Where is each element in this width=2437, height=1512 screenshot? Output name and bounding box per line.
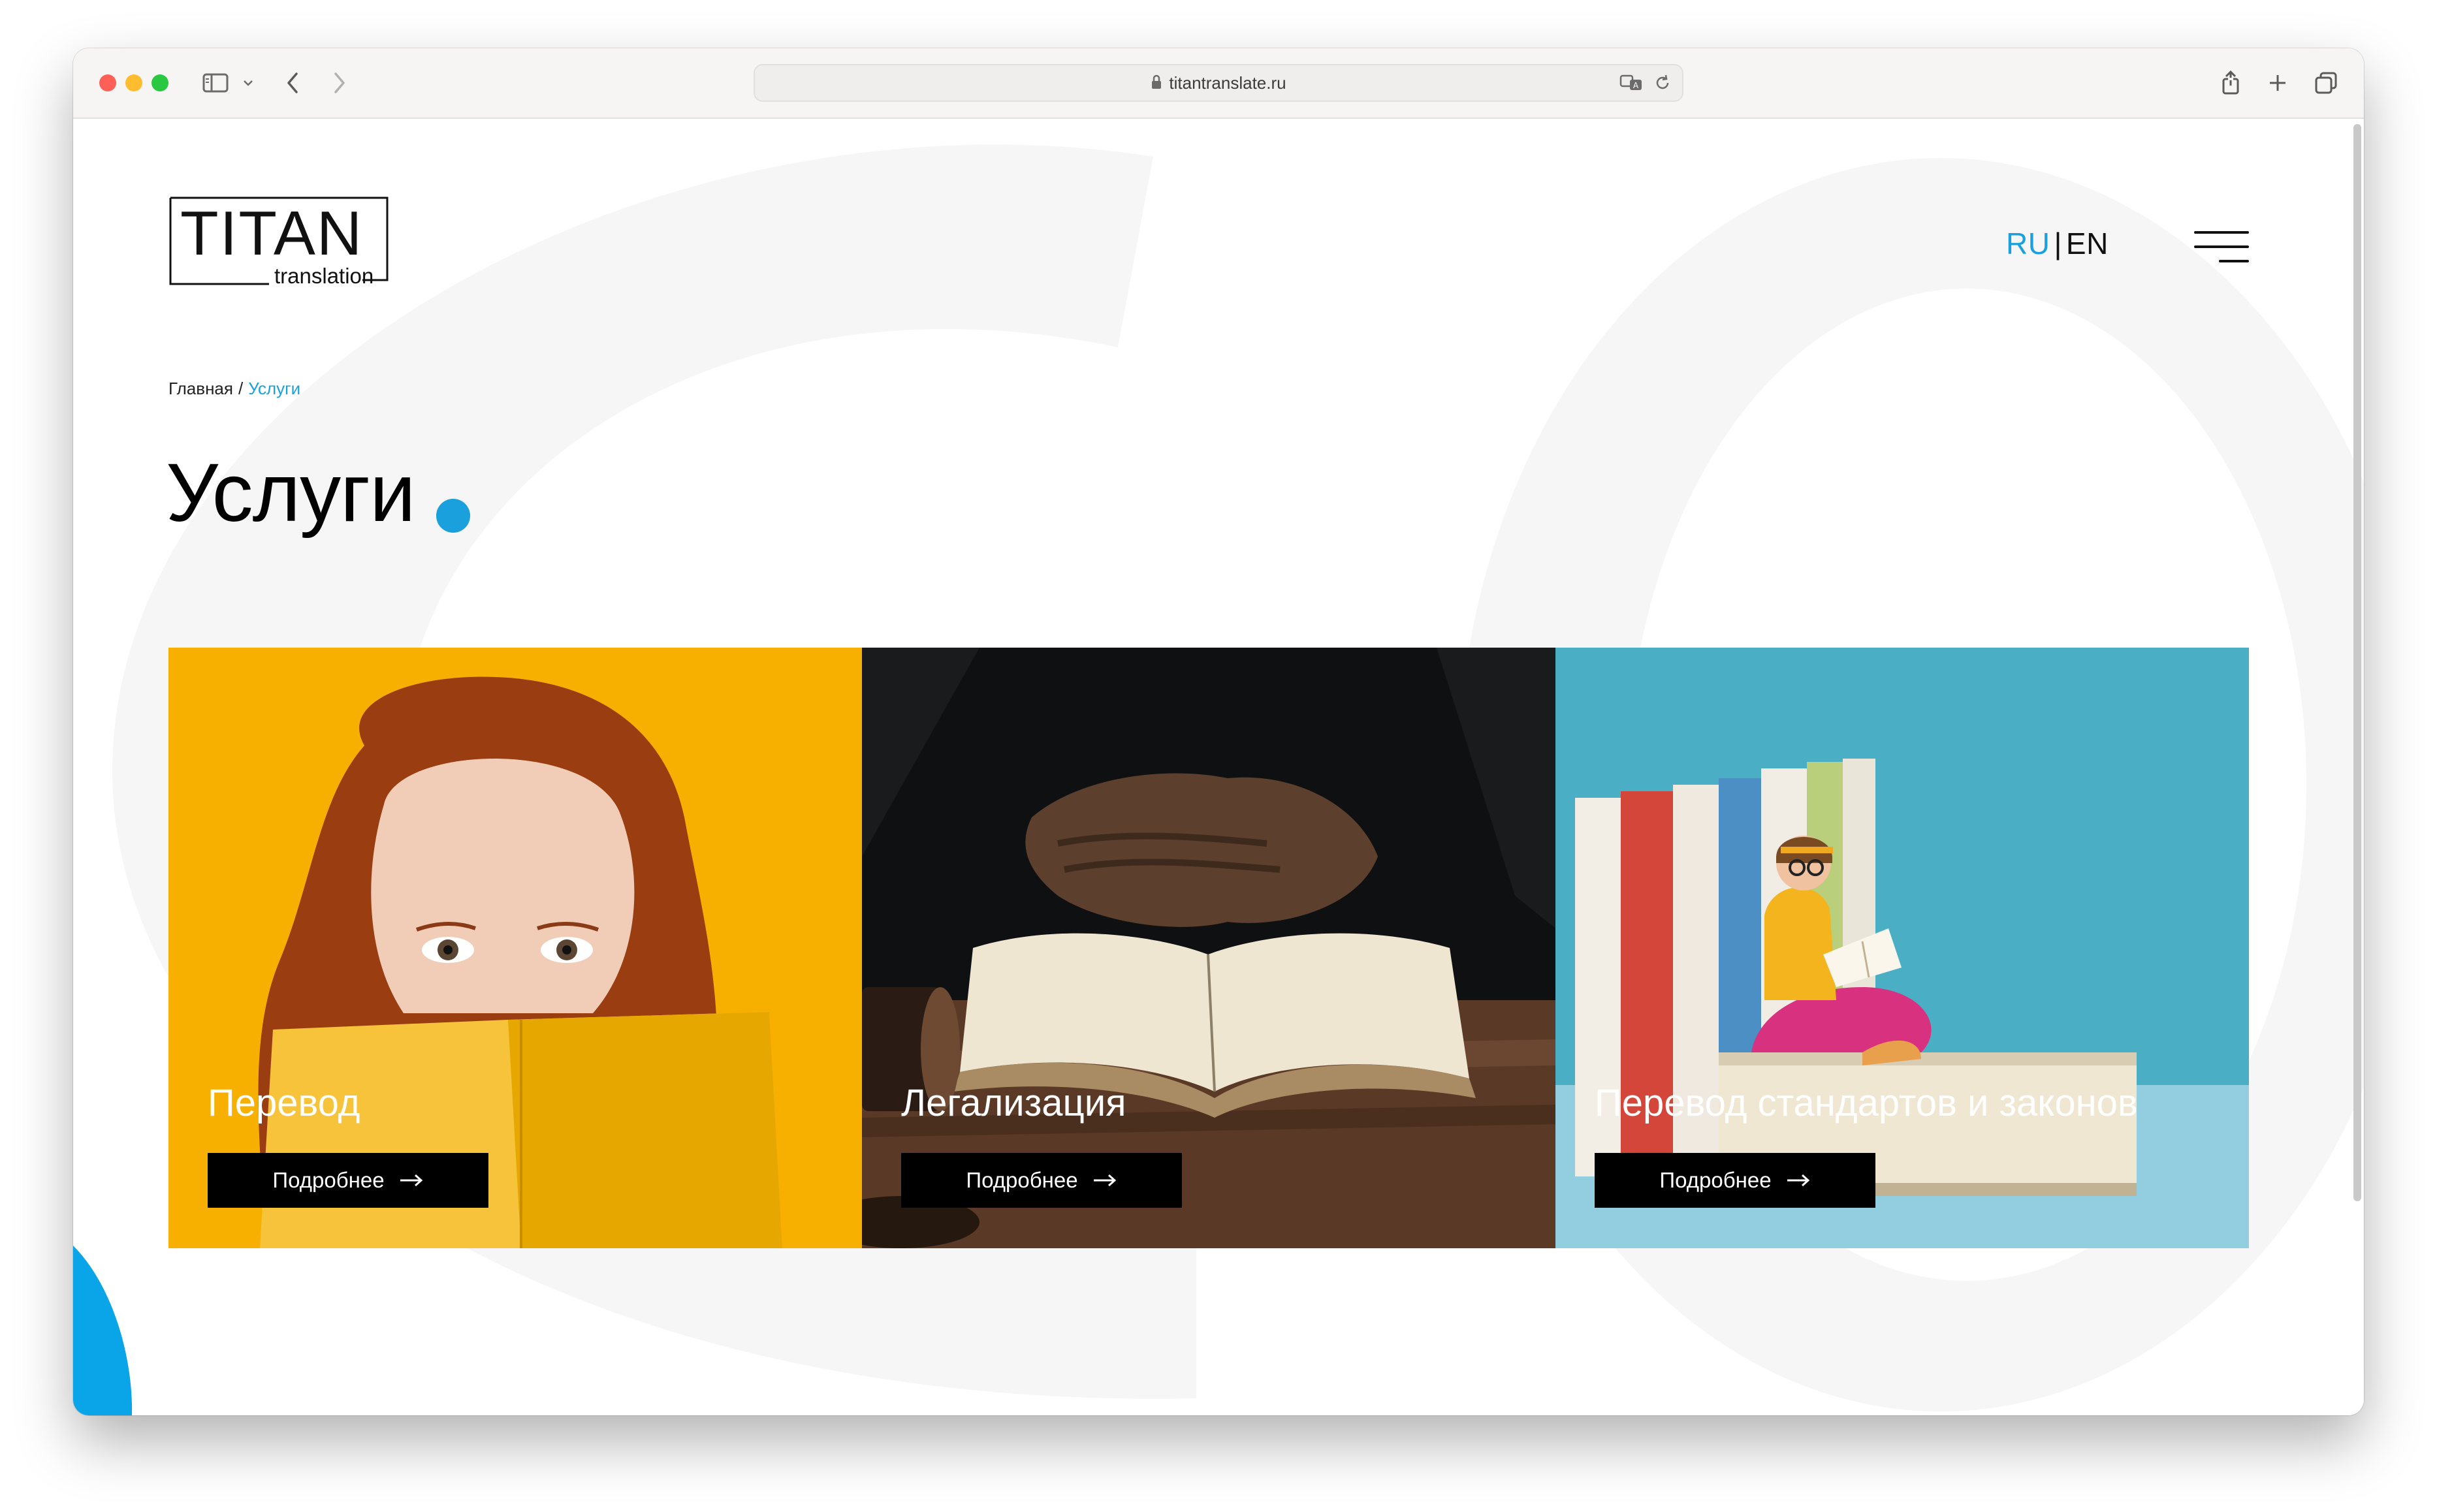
lang-ru-link[interactable]: RU — [2006, 227, 2050, 260]
lang-separator: | — [2054, 227, 2062, 260]
scrollbar[interactable] — [2353, 124, 2361, 1201]
reload-icon[interactable] — [1653, 74, 1672, 95]
translate-icon[interactable]: A — [1619, 73, 1644, 96]
blue-corner-shape — [73, 1246, 133, 1415]
breadcrumb: Главная / Услуги — [168, 379, 300, 399]
language-switcher: RU | EN — [2006, 226, 2109, 261]
browser-window: titantranslate.ru A TITAN translation RU… — [73, 48, 2364, 1415]
breadcrumb-separator: / — [238, 379, 244, 398]
breadcrumb-home-link[interactable]: Главная — [168, 379, 233, 398]
minimize-window-button[interactable] — [125, 74, 142, 91]
more-button[interactable]: Подробнее — [901, 1153, 1182, 1208]
forward-icon[interactable] — [327, 67, 353, 99]
logo-subtitle: translation — [274, 264, 374, 288]
service-card-standards-laws[interactable]: Перевод стандартов и законов Подробнее — [1555, 648, 2249, 1248]
tabs-overview-icon[interactable] — [2312, 67, 2340, 99]
logo-title: TITAN — [180, 198, 364, 268]
back-icon[interactable] — [279, 67, 306, 99]
card-title: Легализация — [901, 1082, 1126, 1124]
chevron-down-icon[interactable] — [240, 67, 256, 99]
arrow-right-icon — [1786, 1174, 1811, 1187]
title-dot — [436, 499, 470, 533]
more-button-label: Подробнее — [272, 1168, 385, 1192]
titan-logo[interactable]: TITAN translation — [168, 196, 390, 288]
hamburger-menu-icon[interactable] — [2194, 231, 2249, 266]
services-grid: Перевод Подробнее Легализация Подробнее … — [168, 648, 2249, 1248]
maximize-window-button[interactable] — [151, 74, 168, 91]
address-bar[interactable]: titantranslate.ru A — [754, 64, 1683, 102]
arrow-right-icon — [1092, 1174, 1117, 1187]
lock-icon — [1151, 74, 1162, 95]
url-label: titantranslate.ru — [1169, 73, 1286, 93]
lang-en-link[interactable]: EN — [2066, 227, 2109, 260]
card-title: Перевод стандартов и законов — [1595, 1082, 2138, 1124]
breadcrumb-current: Услуги — [248, 379, 301, 398]
card-title: Перевод — [208, 1082, 360, 1124]
sidebar-icon[interactable] — [201, 67, 230, 99]
page-title: Услуги — [166, 447, 415, 539]
service-card-translation[interactable]: Перевод Подробнее — [168, 648, 862, 1248]
service-card-legalization[interactable]: Легализация Подробнее — [862, 648, 1555, 1248]
url-text: titantranslate.ru — [755, 73, 1682, 95]
more-button[interactable]: Подробнее — [1595, 1153, 1875, 1208]
more-button[interactable]: Подробнее — [208, 1153, 488, 1208]
new-tab-icon[interactable] — [2265, 67, 2291, 99]
arrow-right-icon — [399, 1174, 424, 1187]
more-button-label: Подробнее — [966, 1168, 1078, 1192]
close-window-button[interactable] — [99, 74, 116, 91]
page-viewport: TITAN translation RU | EN Главная / Услуги У… — [73, 119, 2364, 1415]
more-button-label: Подробнее — [1659, 1168, 1772, 1192]
share-icon[interactable] — [2218, 67, 2244, 99]
browser-toolbar: titantranslate.ru A — [73, 48, 2364, 119]
svg-text:A: A — [1633, 81, 1639, 90]
